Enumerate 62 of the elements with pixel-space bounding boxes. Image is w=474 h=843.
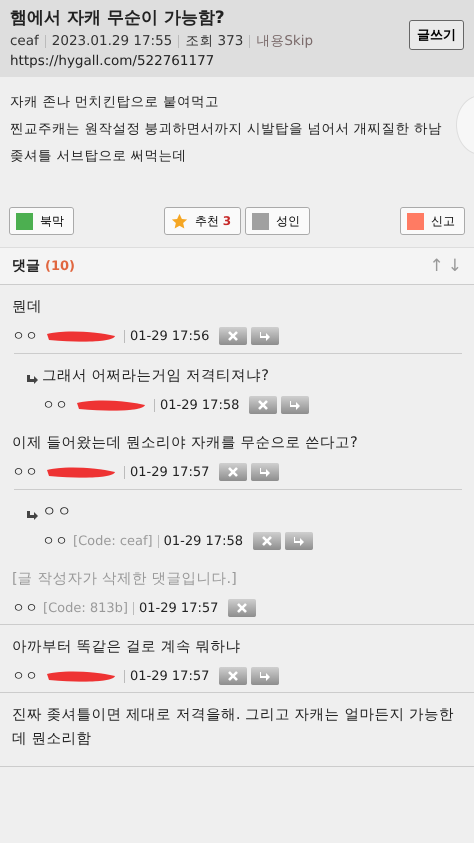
comment-code: [Code: ceaf]: [73, 534, 153, 548]
post-title: 햄에서 자캐 무순이 가능함?: [10, 7, 226, 29]
comment-code: [Code: 813b]: [43, 600, 128, 616]
curved-arrow-icon: [259, 466, 272, 478]
close-icon: [257, 399, 270, 411]
comment-time: 01-29 17:58: [160, 398, 240, 412]
comment-time: 01-29 17:56: [130, 328, 210, 344]
delete-button[interactable]: [228, 599, 256, 617]
post-date: 2023.01.29 17:55: [52, 33, 172, 49]
comment-author: ㅇㅇ: [12, 668, 38, 685]
reply-button[interactable]: [281, 396, 310, 414]
curved-arrow-icon: [293, 535, 305, 547]
comment-time: 01-29 17:57: [139, 600, 218, 616]
comment-text: 그래서 어쩌라는거임 저격티져냐?: [42, 367, 269, 386]
star-icon: [170, 212, 188, 230]
skip-link[interactable]: 내용Skip: [256, 32, 314, 50]
write-button[interactable]: 글쓰기: [409, 20, 464, 50]
comments-title: 댓글: [12, 257, 40, 275]
action-button[interactable]: 북막: [9, 207, 74, 235]
close-icon: [227, 330, 240, 342]
comment-author: ㅇㅇ: [12, 600, 38, 617]
comment-author: ㅇㅇ: [42, 397, 68, 414]
comment-text: 이제 들어왔는데 뭔소리야 자캐를 무순으로 쓴다고?: [12, 434, 358, 453]
close-icon: [261, 535, 273, 547]
post-text: 찐교주캐는 원작설정 붕괴하면서까지 시발탑을 넘어서 개찌질한 하남: [10, 120, 443, 139]
comment-text: [글 작성자가 삭제한 댓글입니다.]: [12, 570, 237, 589]
close-icon: [227, 670, 240, 682]
reply-arrow-icon: [26, 510, 38, 522]
action-button[interactable]: 추천 3: [164, 207, 242, 235]
post-url: https://hygall.com/522761177: [10, 53, 216, 69]
comment-time: 01-29 17:58: [164, 534, 243, 548]
post-text: 좆셔틀 서브탑으로 써먹는데: [10, 147, 188, 166]
comment-text: 진짜 좆셔틀이면 제대로 저격을해. 그리고 자캐는 얼마든지 가능한데 뭔소리함: [12, 706, 455, 749]
delete-button[interactable]: [219, 463, 248, 481]
comment-author: ㅇㅇ: [42, 533, 68, 550]
delete-button[interactable]: [249, 396, 278, 414]
comment-time: 01-29 17:57: [130, 668, 210, 684]
comment-author: ㅇㅇ: [12, 464, 38, 481]
reply-button[interactable]: [251, 463, 280, 481]
curved-arrow-icon: [289, 399, 302, 411]
action-button[interactable]: 성인: [245, 207, 310, 235]
reply-arrow-icon: [26, 374, 38, 386]
comment-author: ㅇㅇ: [12, 328, 38, 345]
reply-button[interactable]: [251, 327, 280, 345]
delete-button[interactable]: [219, 327, 248, 345]
close-icon: [236, 602, 248, 614]
comment-text: 아까부터 똑같은 걸로 계속 뭐하냐: [12, 638, 240, 657]
post-text: 자캐 존나 먼치킨탑으로 붙여먹고: [10, 93, 220, 112]
comment-time: 01-29 17:57: [130, 464, 210, 480]
comment-text: ㅇㅇ: [42, 503, 72, 522]
delete-button[interactable]: [253, 532, 281, 550]
curved-arrow-icon: [259, 330, 272, 342]
reply-button[interactable]: [251, 667, 280, 685]
view-count: 조회 373: [185, 32, 244, 50]
action-button[interactable]: 신고: [400, 207, 465, 235]
close-icon: [227, 466, 240, 478]
author-name: ceaf: [10, 33, 39, 49]
delete-button[interactable]: [219, 667, 248, 685]
reply-button[interactable]: [285, 532, 313, 550]
curved-arrow-icon: [259, 670, 272, 682]
comment-text: 뭔데: [12, 298, 42, 317]
comment-count: (10): [45, 258, 75, 274]
